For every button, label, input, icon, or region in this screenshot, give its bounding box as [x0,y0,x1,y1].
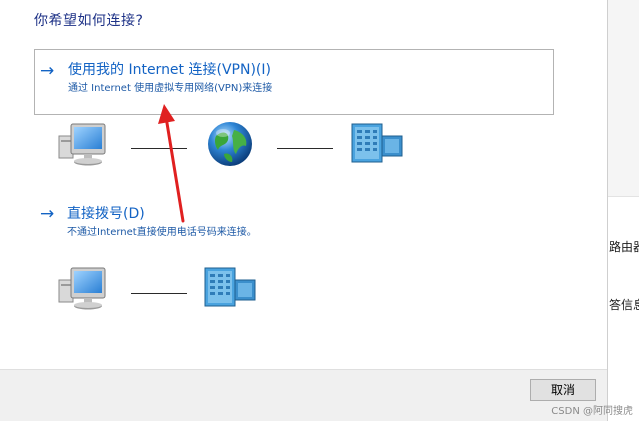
connection-line [131,148,187,149]
vpn-option-title: 使用我的 Internet 连接(VPN)(I) [68,62,271,78]
connection-wizard-dialog: 你希望如何连接? → 使用我的 Internet 连接(VPN)(I) 通过 I… [0,0,607,421]
computer-icon [58,267,106,310]
divider [608,196,639,197]
server-icon [204,267,256,307]
background-window-header [608,0,639,196]
dialog-button-bar [0,369,607,421]
page-heading: 你希望如何连接? [34,13,144,29]
arrow-right-icon: → [40,204,55,224]
connection-line [131,293,187,294]
computer-icon [58,123,106,166]
connection-line [277,148,333,149]
dialup-option[interactable]: → 直接拨号(D) 不通过Internet直接使用电话号码来连接。 [40,203,360,243]
background-window-text: 路由器 [609,240,639,254]
cancel-button[interactable]: 取消 [530,379,596,401]
arrow-right-icon: → [40,61,55,81]
vpn-option-description: 通过 Internet 使用虚拟专用网络(VPN)来连接 [68,83,273,94]
background-window-text: 答信息 [609,298,639,312]
background-window: 路由器 答信息 [607,0,639,421]
dialup-option-description: 不通过Internet直接使用电话号码来连接。 [67,227,257,238]
globe-icon [208,122,252,166]
dialup-option-title: 直接拨号(D) [67,206,145,222]
watermark: CSDN @阿同搜虎 [551,406,633,417]
vpn-option[interactable]: → 使用我的 Internet 连接(VPN)(I) 通过 Internet 使… [34,49,554,115]
server-icon [351,123,403,163]
